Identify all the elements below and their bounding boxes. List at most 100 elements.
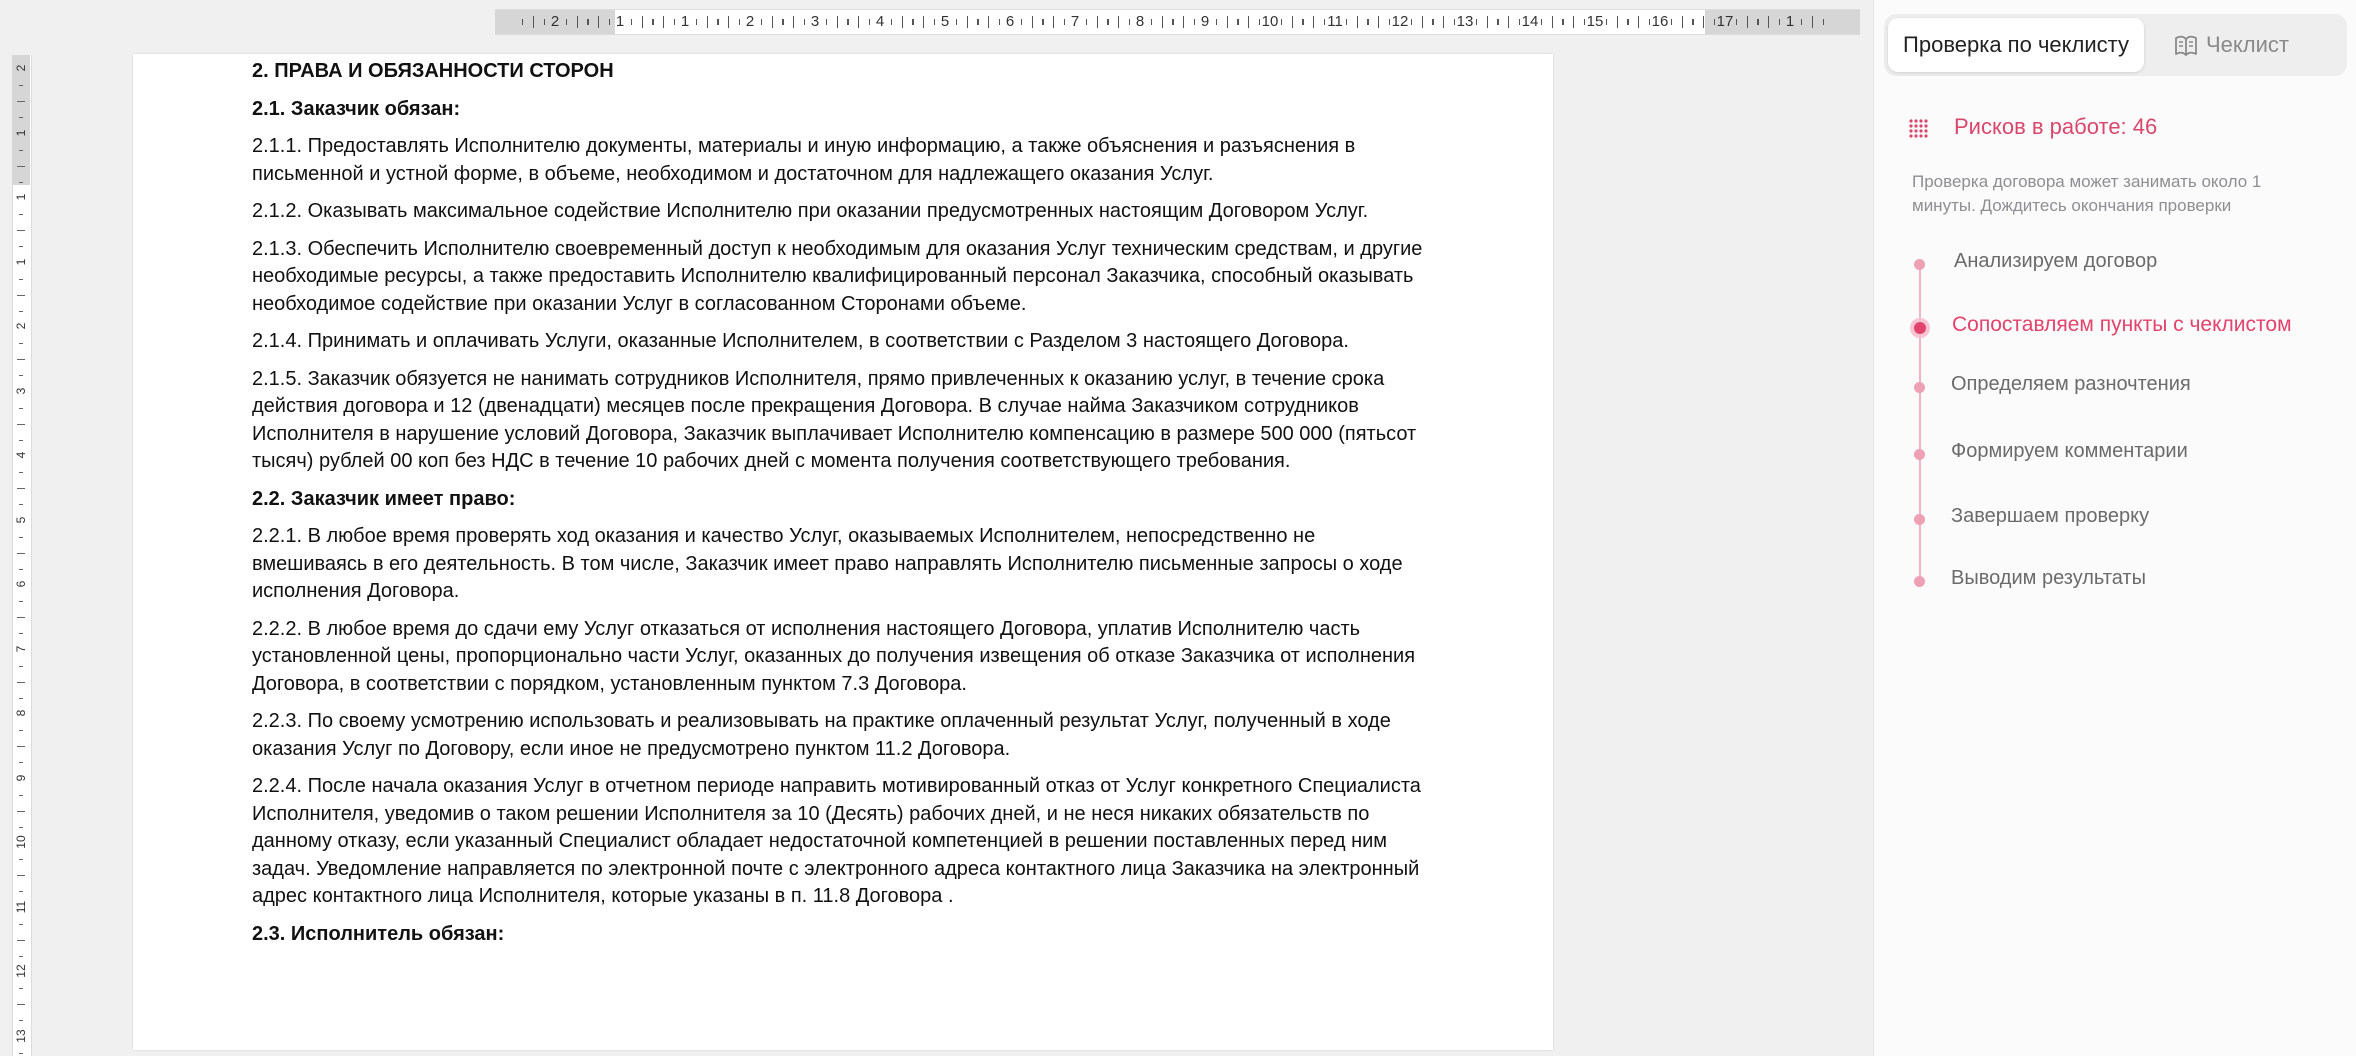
ruler-number: 2 (745, 13, 755, 30)
ruler-number: 3 (14, 387, 28, 394)
ruler-tick (1118, 16, 1120, 28)
tab-checklist-review[interactable]: Проверка по чеклисту (1888, 18, 2144, 72)
ruler-tick (1313, 16, 1315, 28)
ruler-tick (17, 488, 25, 489)
ruler-tick (1053, 16, 1055, 28)
step-analyze-contract: Анализируем договор (1874, 249, 2356, 279)
ruler-tick (598, 16, 600, 28)
ruler-tick (1616, 16, 1618, 28)
clause-paragraph: 2.2.3. По своему усмотрению использовать… (252, 710, 1391, 760)
ruler-tick (977, 19, 979, 25)
ruler-number: 2 (14, 322, 28, 330)
ruler-number: 11 (14, 900, 28, 913)
ruler-tick (1757, 19, 1759, 25)
ruler-tick (706, 16, 708, 28)
ruler-tick (1508, 16, 1510, 28)
ruler-tick (1714, 19, 1716, 25)
ruler-tick (17, 617, 25, 618)
ruler-tick (1681, 16, 1683, 28)
ruler-tick (1822, 19, 1824, 25)
ruler-tick (17, 746, 25, 747)
ruler-tick (19, 278, 23, 280)
step-match-checklist: Сопоставляем пункты с чеклистом (1874, 312, 2356, 342)
ruler-tick (19, 536, 23, 538)
ruler-tick (1779, 19, 1781, 25)
ruler-tick (1540, 19, 1542, 25)
ruler-tick (19, 568, 23, 570)
ruler-tick (19, 407, 23, 409)
ruler-tick (771, 16, 773, 28)
ruler-tick (1443, 16, 1445, 28)
ruler-tick (587, 19, 589, 25)
ruler-tick (1302, 19, 1304, 25)
ruler-tick (999, 19, 1001, 25)
step-form-comments: Формируем комментарии (1874, 439, 2356, 469)
step-find-discrepancies: Определяем разночтения (1874, 372, 2356, 402)
document-page[interactable]: 2. ПРАВА И ОБЯЗАННОСТИ СТОРОН 2.1. Заказ… (133, 54, 1553, 1050)
ruler-tick (1638, 16, 1640, 28)
tab-checklist[interactable]: Чеклист (2150, 18, 2343, 72)
ruler-tick (869, 19, 871, 25)
ruler-tick (609, 19, 611, 25)
ruler-tick (1768, 16, 1770, 28)
risks-in-progress-label: Рисков в работе: 46 (1954, 114, 2158, 139)
ruler-tick (1746, 16, 1748, 28)
ruler-tick (19, 633, 23, 634)
ruler-tick (17, 165, 25, 167)
ruler-number: 7 (14, 645, 28, 652)
ruler-tick (19, 246, 23, 247)
ruler-number: 7 (1070, 13, 1080, 30)
ruler-number: 8 (14, 709, 28, 717)
ruler-number: 14 (1521, 13, 1539, 30)
ruler-tick (19, 504, 23, 505)
ruler-tick (782, 19, 784, 25)
ruler-number: 1 (615, 13, 625, 30)
ruler-tick (19, 697, 23, 699)
ruler-tick (1432, 19, 1434, 25)
ruler-tick (1248, 16, 1250, 28)
document-body[interactable]: 2. ПРАВА И ОБЯЗАННОСТИ СТОРОН 2.1. Заказ… (252, 58, 1432, 958)
ruler-number: 12 (1391, 13, 1409, 30)
ruler-number: 1 (14, 258, 28, 265)
checklist-panel: Проверка по чеклисту Чеклист Рисков в ра… (1873, 0, 2356, 1056)
ruler-tick (565, 19, 567, 25)
ruler-tick (17, 875, 25, 876)
step-dot (1914, 382, 1925, 393)
ruler-tick (652, 19, 654, 25)
step-output-results: Выводим результаты (1874, 566, 2356, 596)
ruler-tick (890, 19, 892, 25)
ruler-number: 1 (1785, 13, 1795, 30)
ruler-tick (988, 16, 990, 28)
ruler-tick (17, 810, 25, 812)
ruler-number: 10 (1261, 13, 1279, 30)
ruler-tick (1584, 19, 1586, 25)
ruler-tick (19, 988, 23, 989)
vertical-ruler[interactable]: 2 1 1 1 2 3 4 5 6 7 8 9 10 11 12 13 (0, 55, 38, 1056)
ruler-tick (717, 19, 719, 25)
ruler-tick (955, 19, 957, 25)
ruler-tick (901, 16, 903, 28)
ruler-tick (1356, 16, 1358, 28)
ruler-tick (19, 181, 23, 183)
ruler-tick (1551, 16, 1553, 28)
ruler-tick (1031, 16, 1033, 28)
clause-paragraph: 2.1.4. Принимать и оплачивать Услуги, ок… (252, 330, 1349, 352)
ruler-tick (1215, 19, 1217, 25)
ruler-tick (17, 1004, 25, 1005)
ruler-tick (1692, 19, 1694, 25)
ruler-tick (1454, 19, 1456, 25)
ruler-tick (1226, 16, 1228, 28)
ruler-tick (19, 375, 23, 376)
ruler-tick (1627, 19, 1629, 25)
ruler-number: 5 (14, 516, 28, 523)
horizontal-ruler[interactable]: 2 1 1 2 3 4 5 6 7 8 9 10 11 12 13 14 15 16 17 1 (495, 9, 1860, 35)
ruler-tick (728, 16, 730, 28)
ruler-tick (19, 826, 23, 828)
ruler-tick (1096, 16, 1098, 28)
ruler-tick (17, 294, 25, 296)
step-dot-active (1910, 318, 1930, 338)
clause-paragraph: 2.1.5. Заказчик обязуется не нанимать со… (252, 367, 1417, 473)
ruler-tick (1345, 19, 1347, 25)
ruler-tick (1259, 19, 1261, 25)
clause-paragraph: 2.2.1. В любое время проверять ход оказа… (252, 525, 1403, 602)
